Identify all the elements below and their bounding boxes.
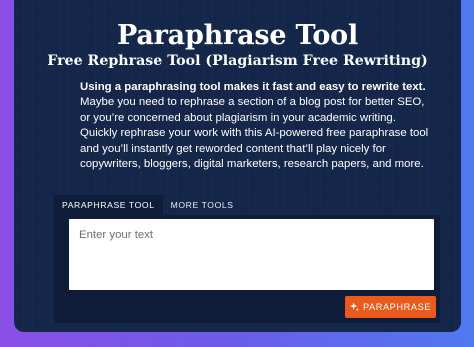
sparkle-icon: [349, 301, 359, 313]
tool-tabs: PARAPHRASE TOOL MORE TOOLS: [54, 195, 242, 215]
page-subtitle: Free Rephrase Tool (Plagiarism Free Rewr…: [47, 53, 428, 69]
tool-description: Using a paraphrasing tool makes it fast …: [80, 80, 430, 172]
tool-panel: PARAPHRASE: [54, 215, 440, 323]
paraphrase-button[interactable]: PARAPHRASE: [345, 296, 436, 318]
paraphrase-card: Paraphrase Tool Free Rephrase Tool (Plag…: [14, 0, 461, 332]
page-title: Paraphrase Tool: [116, 20, 359, 51]
description-body: Maybe you need to rephrase a section of …: [80, 96, 429, 171]
tab-paraphrase-tool[interactable]: PARAPHRASE TOOL: [54, 195, 163, 215]
paraphrase-button-label: PARAPHRASE: [362, 302, 432, 312]
description-lead: Using a paraphrasing tool makes it fast …: [80, 81, 426, 93]
text-input[interactable]: [69, 219, 434, 290]
tab-more-tools[interactable]: MORE TOOLS: [163, 195, 242, 215]
